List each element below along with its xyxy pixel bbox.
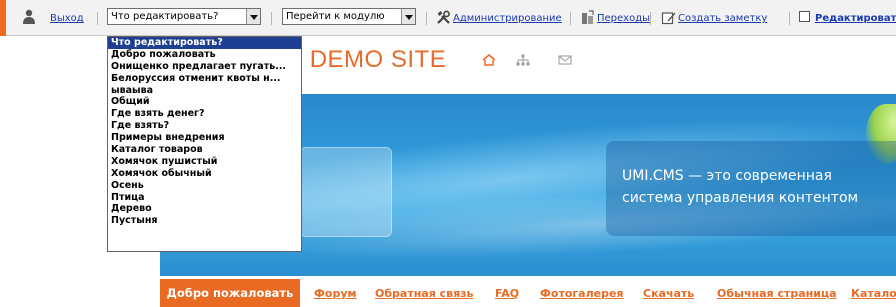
nav-item-regular-page[interactable]: Обычная страница — [717, 287, 837, 300]
nav-item-forum[interactable]: Форум — [314, 287, 357, 300]
toolbar-divider — [789, 12, 790, 25]
dropdown-option[interactable]: Каталог товаров — [108, 144, 301, 156]
edit-select[interactable]: Что редактировать? — [107, 8, 261, 25]
module-select-value: Перейти к модулю — [286, 11, 385, 22]
dropdown-option[interactable]: Что редактировать? — [108, 37, 301, 49]
create-note-link[interactable]: Создать заметку — [678, 13, 767, 24]
toolbar-divider — [271, 12, 272, 25]
dropdown-option[interactable]: Онищенко предлагает пугать... — [108, 61, 301, 73]
transitions-link[interactable]: Переходы — [597, 13, 650, 24]
nav-item-download[interactable]: Скачать — [643, 287, 694, 300]
nav-item-active[interactable]: Добро пожаловать — [160, 279, 300, 307]
toolbar-accent-stripe — [0, 0, 6, 36]
toolbar-divider — [650, 12, 651, 25]
dropdown-option[interactable]: Белоруссия отменит квоты н... — [108, 73, 301, 85]
edit-mode-link[interactable]: Редактировать — [815, 13, 896, 24]
dropdown-option[interactable]: Добро пожаловать — [108, 49, 301, 61]
banner-glass-panel — [300, 147, 392, 237]
dropdown-option[interactable]: Примеры внедрения — [108, 132, 301, 144]
edit-select-dropdown[interactable]: Что редактировать? Добро пожаловать Онищен… — [107, 36, 302, 252]
transitions-icon — [582, 10, 594, 24]
slogan-line-2: система управления контентом — [622, 190, 859, 206]
chevron-down-icon[interactable] — [401, 9, 415, 24]
note-icon — [661, 12, 676, 25]
dropdown-option[interactable]: Где взять денег? — [108, 108, 301, 120]
admin-link[interactable]: Администрирование — [453, 13, 562, 24]
chevron-down-icon[interactable] — [246, 9, 260, 24]
dropdown-option[interactable]: Где взять? — [108, 120, 301, 132]
tools-icon — [437, 10, 450, 24]
edit-mode-checkbox[interactable] — [799, 11, 810, 22]
user-icon — [23, 9, 35, 24]
admin-toolbar: Выход Что редактировать? Перейти к модул… — [0, 0, 896, 36]
nav-item-catalog[interactable]: Катало — [851, 287, 896, 300]
edit-select-value: Что редактировать? — [111, 11, 219, 22]
module-select[interactable]: Перейти к модулю — [282, 8, 416, 25]
toolbar-divider — [426, 12, 427, 25]
dropdown-option[interactable]: Хомячок пушистый — [108, 156, 301, 168]
toolbar-divider — [570, 12, 571, 25]
dropdown-option[interactable]: Осень — [108, 180, 301, 192]
home-icon[interactable] — [482, 54, 496, 66]
banner-slogan: UMI.CMS — это современная система управл… — [622, 165, 858, 209]
toolbar-divider — [97, 12, 98, 25]
dropdown-option[interactable]: Общий — [108, 96, 301, 108]
dropdown-option[interactable]: ываыва — [108, 85, 301, 97]
nav-item-feedback[interactable]: Обратная связь — [375, 287, 474, 300]
page: Выход Что редактировать? Перейти к модул… — [0, 0, 896, 307]
dropdown-option[interactable]: Птица — [108, 192, 301, 204]
dropdown-option[interactable]: Дерево — [108, 203, 301, 215]
site-title: S DEMO SITE — [286, 46, 446, 74]
slogan-line-1: UMI.CMS — это современная — [622, 168, 832, 184]
dropdown-option[interactable]: Хомячок обычный — [108, 168, 301, 180]
logout-link[interactable]: Выход — [50, 13, 84, 24]
sitemap-icon[interactable] — [516, 54, 530, 66]
nav-item-gallery[interactable]: Фотогалерея — [540, 287, 623, 300]
site-title-main: DEMO SITE — [309, 46, 447, 73]
nav-item-faq[interactable]: FAQ — [495, 287, 519, 300]
dropdown-option[interactable]: Пустыня — [108, 215, 301, 227]
mail-icon[interactable] — [558, 54, 572, 66]
